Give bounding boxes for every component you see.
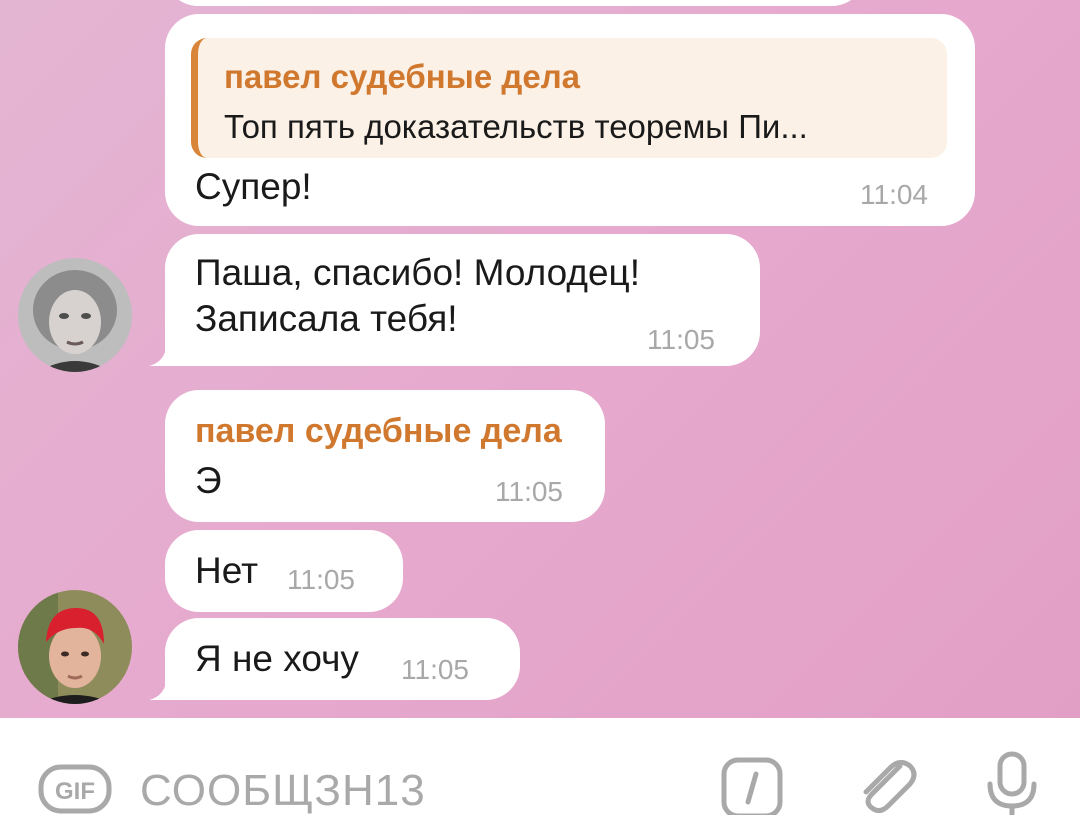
gif-icon[interactable]: GIF [38, 764, 112, 814]
message-text: Супер! [195, 166, 312, 207]
sticker-icon[interactable] [720, 756, 784, 815]
message-bubble[interactable]: павел судебные дела Э 11:05 [165, 390, 605, 522]
message-list[interactable]: павел судебные дела Топ пять доказательс… [0, 0, 1080, 718]
reply-quote[interactable]: павел судебные дела Топ пять доказательс… [191, 38, 947, 158]
message-text: Э [195, 460, 222, 501]
message-time: 11:05 [401, 654, 469, 685]
chat-screen: павел судебные дела Топ пять доказательс… [0, 0, 1080, 815]
microphone-icon[interactable] [982, 750, 1042, 815]
message-time: 11:05 [647, 324, 715, 355]
message-time: 11:05 [495, 476, 563, 507]
reply-sender-name: павел судебные дела [224, 58, 581, 95]
avatar-sender-woman[interactable] [18, 258, 132, 372]
message-text: Паша, спасибо! Молодец! Записала тебя! [195, 252, 641, 339]
message-input[interactable]: СООБЩЗН13 [140, 766, 426, 815]
bubble-tail [149, 678, 171, 700]
gif-label: GIF [55, 778, 95, 805]
message-bubble[interactable]: Нет 11:05 [165, 530, 403, 612]
bubble-tail [149, 344, 171, 366]
message-bubble[interactable]: Паша, спасибо! Молодец! Записала тебя! 1… [149, 234, 760, 366]
message-bubble-partial[interactable] [165, 0, 865, 6]
paperclip-icon[interactable] [852, 752, 918, 815]
message-bubble[interactable]: Я не хочу 11:05 [149, 618, 520, 700]
message-text: Я не хочу [195, 638, 359, 679]
message-text: Нет [195, 550, 259, 591]
avatar-sender-pavel[interactable] [18, 590, 132, 704]
sender-name[interactable]: павел судебные дела [195, 412, 562, 451]
message-bubble[interactable]: павел судебные дела Топ пять доказательс… [165, 14, 975, 226]
reply-text: Топ пять доказательств теоремы Пи... [224, 108, 808, 145]
message-time: 11:05 [287, 564, 355, 595]
message-time: 11:04 [860, 179, 928, 210]
